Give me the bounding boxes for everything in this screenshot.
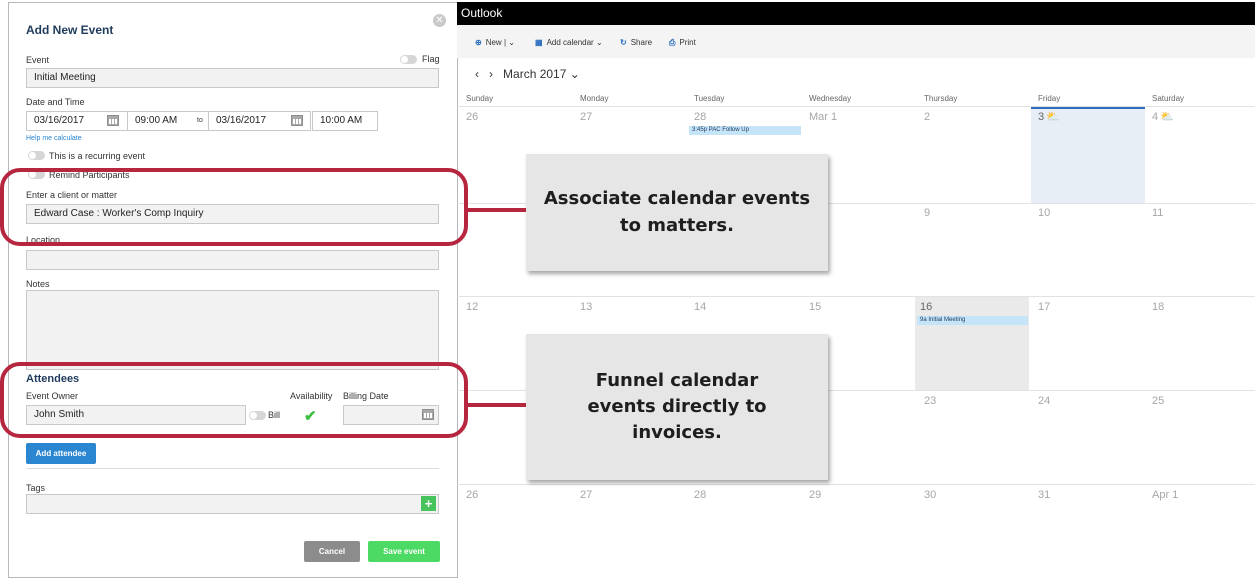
day-cell[interactable]: 27 bbox=[580, 489, 592, 501]
end-calendar-icon[interactable] bbox=[291, 115, 303, 126]
add-tag-icon[interactable]: + bbox=[421, 496, 436, 511]
invoice-callout-text: Funnel calendar events directly to invoi… bbox=[587, 369, 767, 444]
day-cell[interactable]: Apr 1 bbox=[1152, 489, 1178, 501]
outlook-toolbar: ⊕ New | ⌄ ▦ Add calendar ⌄ ↻ Share ⎙ Print bbox=[457, 25, 1255, 58]
day-cell[interactable]: 11 bbox=[1152, 207, 1163, 219]
day-cell[interactable]: 3 bbox=[1038, 111, 1044, 123]
grid-line bbox=[457, 484, 1255, 485]
location-field[interactable] bbox=[26, 250, 439, 270]
cancel-button[interactable]: Cancel bbox=[304, 541, 360, 562]
date-time-label: Date and Time bbox=[26, 97, 85, 107]
day-header-thursday: Thursday bbox=[924, 94, 958, 103]
tags-field[interactable] bbox=[26, 494, 439, 514]
end-time-field[interactable]: 10:00 AM bbox=[312, 111, 378, 131]
tags-label: Tags bbox=[26, 483, 46, 493]
day-header-monday: Monday bbox=[580, 94, 609, 103]
help-calculate-link[interactable]: Help me calculate bbox=[26, 135, 82, 142]
day-cell[interactable]: 10 bbox=[1038, 207, 1050, 219]
event-label: Event bbox=[26, 55, 50, 65]
recurring-toggle[interactable] bbox=[28, 151, 45, 160]
flag-toggle[interactable] bbox=[400, 55, 417, 64]
day-cell[interactable]: 15 bbox=[809, 301, 821, 313]
grid-line bbox=[457, 106, 1255, 107]
outlook-title-bar: Outlook bbox=[457, 2, 1255, 25]
to-label: to bbox=[197, 117, 203, 124]
close-icon[interactable]: ✕ bbox=[433, 14, 446, 27]
day-cell[interactable]: 18 bbox=[1152, 301, 1164, 313]
day-cell[interactable]: 16 bbox=[920, 301, 932, 313]
add-event-panel: Add New Event ✕ Event Flag Initial Meeti… bbox=[8, 2, 458, 578]
day-header-wednesday: Wednesday bbox=[809, 94, 852, 103]
day-cell[interactable]: 27 bbox=[580, 111, 592, 123]
day-cell[interactable]: 25 bbox=[1152, 395, 1164, 407]
today-indicator bbox=[1031, 107, 1145, 109]
day-cell[interactable]: 12 bbox=[466, 301, 478, 313]
day-cell[interactable]: 13 bbox=[580, 301, 592, 313]
invoice-callout: Funnel calendar events directly to invoi… bbox=[526, 334, 828, 480]
calendar-icon: ▦ bbox=[535, 38, 543, 47]
day-cell[interactable]: 31 bbox=[1038, 489, 1050, 501]
printer-icon: ⎙ bbox=[669, 38, 676, 47]
day-cell[interactable]: 4 bbox=[1152, 111, 1158, 123]
day-cell[interactable]: 28 bbox=[694, 489, 706, 501]
day-cell[interactable]: 26 bbox=[466, 111, 478, 123]
calendar-event[interactable]: 3:45p PAC Follow Up bbox=[689, 126, 801, 135]
partly-cloudy-icon: ⛅ bbox=[1046, 111, 1060, 123]
matter-highlight bbox=[0, 168, 468, 246]
recurring-label: This is a recurring event bbox=[49, 151, 146, 161]
day-header-sunday: Sunday bbox=[466, 94, 494, 103]
day-cell[interactable]: 17 bbox=[1038, 301, 1050, 313]
start-calendar-icon[interactable] bbox=[107, 115, 119, 126]
day-cell[interactable]: Mar 1 bbox=[809, 111, 837, 123]
print-button[interactable]: ⎙ Print bbox=[669, 38, 696, 48]
day-cell[interactable]: 9 bbox=[924, 207, 930, 219]
matter-callout: Associate calendar events to matters. bbox=[526, 154, 828, 271]
app-title: Outlook bbox=[461, 6, 503, 20]
day-header-friday: Friday bbox=[1038, 94, 1061, 103]
day-cell[interactable]: 24 bbox=[1038, 395, 1050, 407]
next-month-icon[interactable]: › bbox=[489, 67, 493, 81]
plus-circle-icon: ⊕ bbox=[475, 38, 482, 47]
day-cell[interactable]: 26 bbox=[466, 489, 478, 501]
panel-title: Add New Event bbox=[26, 23, 114, 37]
month-label: March 2017 bbox=[503, 67, 567, 81]
notes-label: Notes bbox=[26, 279, 50, 289]
matter-callout-text: Associate calendar events to matters. bbox=[543, 188, 811, 236]
day-cell[interactable]: 30 bbox=[924, 489, 936, 501]
event-name-field[interactable]: Initial Meeting bbox=[26, 68, 439, 88]
add-calendar-button[interactable]: ▦ Add calendar ⌄ bbox=[535, 38, 603, 47]
flag-label: Flag bbox=[422, 54, 440, 64]
share-button[interactable]: ↻ Share bbox=[620, 38, 652, 47]
day-cell[interactable]: 28 bbox=[694, 111, 706, 123]
day-header-tuesday: Tuesday bbox=[694, 94, 725, 103]
notes-field[interactable] bbox=[26, 290, 439, 370]
connector-line bbox=[466, 208, 528, 212]
day-cell[interactable]: 23 bbox=[924, 395, 936, 407]
month-navigation[interactable]: ‹ › March 2017 ⌄ bbox=[475, 67, 580, 81]
calendar-event[interactable]: 9a Initial Meeting bbox=[917, 316, 1028, 325]
day-cell[interactable]: 29 bbox=[809, 489, 821, 501]
prev-month-icon[interactable]: ‹ bbox=[475, 67, 479, 81]
day-header-saturday: Saturday bbox=[1152, 94, 1185, 103]
partly-sunny-icon: ⛅ bbox=[1160, 111, 1174, 123]
attendees-highlight bbox=[0, 362, 468, 438]
day-cell[interactable]: 14 bbox=[694, 301, 706, 313]
connector-line bbox=[466, 403, 528, 407]
add-attendee-button[interactable]: Add attendee bbox=[26, 443, 96, 464]
new-button[interactable]: ⊕ New | ⌄ bbox=[475, 38, 515, 47]
day-cell[interactable]: 2 bbox=[924, 111, 930, 123]
divider bbox=[26, 468, 439, 469]
save-event-button[interactable]: Save event bbox=[368, 541, 440, 562]
grid-line bbox=[457, 296, 1255, 297]
share-icon: ↻ bbox=[620, 38, 627, 47]
